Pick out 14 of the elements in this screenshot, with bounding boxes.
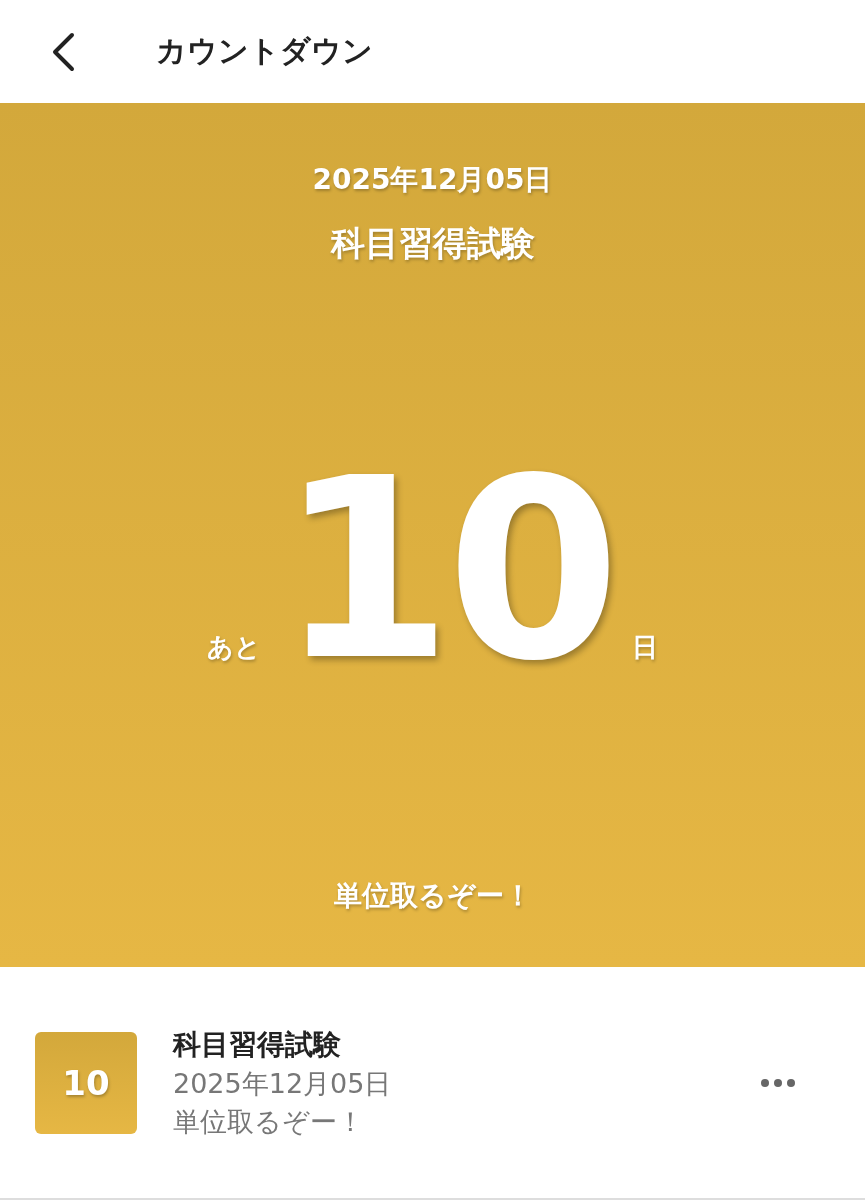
back-icon bbox=[51, 31, 75, 72]
event-date: 2025年12月05日 bbox=[312, 162, 553, 198]
more-icon bbox=[760, 1077, 796, 1088]
page-title: カウントダウン bbox=[156, 32, 373, 70]
day-unit: 日 bbox=[632, 631, 659, 664]
days-remaining: 10 bbox=[278, 457, 615, 682]
prefix-label: あと bbox=[206, 631, 261, 664]
event-title: 科目習得試験 bbox=[330, 222, 535, 265]
event-message: 単位取るぞー！ bbox=[333, 878, 532, 914]
item-title: 科目習得試験 bbox=[173, 1026, 342, 1063]
item-date: 2025年12月05日 bbox=[173, 1066, 393, 1101]
countdown-list-item[interactable]: 10 科目習得試験 2025年12月05日 単位取るぞー！ bbox=[0, 967, 865, 1200]
item-message: 単位取るぞー！ bbox=[173, 1104, 365, 1139]
days-tile: 10 bbox=[35, 1031, 137, 1134]
